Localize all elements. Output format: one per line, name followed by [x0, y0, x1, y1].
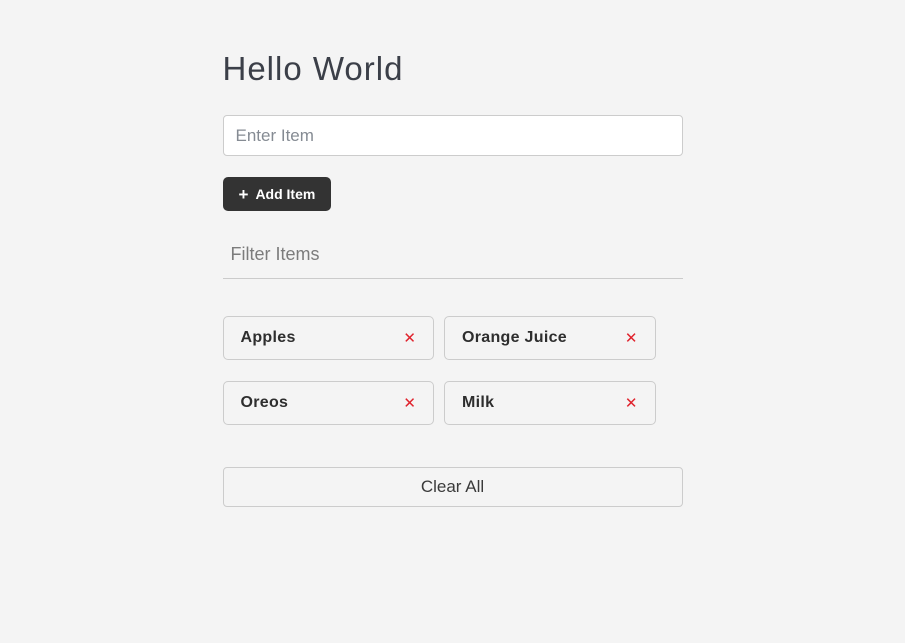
x-icon: ✕ [403, 393, 416, 412]
list-item: Apples ✕ [222, 316, 434, 360]
item-label: Oreos [240, 394, 289, 411]
add-item-button-label: Add Item [255, 186, 316, 202]
filter-input[interactable] [222, 235, 683, 279]
remove-item-button[interactable]: ✕ [403, 393, 416, 412]
page-title: Hello World [222, 50, 404, 87]
list-item: Orange Juice ✕ [444, 316, 656, 360]
x-icon: ✕ [624, 328, 638, 347]
item-label: Apples [240, 329, 296, 346]
x-icon: ✕ [403, 328, 416, 347]
item-label: Orange Juice [462, 329, 567, 346]
list-item: Milk ✕ [444, 381, 656, 425]
item-label: Milk [462, 394, 495, 411]
item-input[interactable] [222, 115, 683, 156]
remove-item-button[interactable]: ✕ [624, 393, 638, 412]
remove-item-button[interactable]: ✕ [403, 328, 416, 347]
add-item-form: + Add Item [222, 115, 683, 211]
plus-icon: + [238, 184, 249, 204]
app-container: Hello World + Add Item Apples ✕ Orange J… [222, 0, 683, 507]
add-item-button[interactable]: + Add Item [222, 177, 332, 211]
remove-item-button[interactable]: ✕ [624, 328, 638, 347]
item-list: Apples ✕ Orange Juice ✕ Oreos ✕ Milk ✕ [218, 311, 688, 441]
clear-all-button[interactable]: Clear All [222, 467, 683, 507]
filter-section [222, 235, 683, 279]
list-item: Oreos ✕ [222, 381, 434, 425]
x-icon: ✕ [624, 393, 638, 412]
